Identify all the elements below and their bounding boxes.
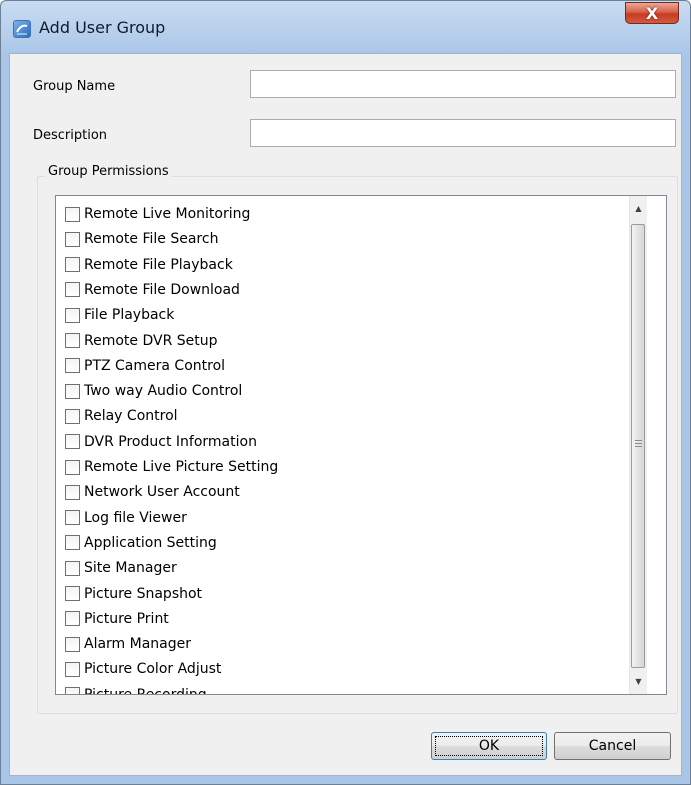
permission-label: Picture Print xyxy=(84,610,169,627)
permission-label: Remote File Search xyxy=(84,231,219,248)
permission-checkbox[interactable] xyxy=(65,434,80,450)
permission-checkbox[interactable] xyxy=(65,459,80,475)
close-icon: X xyxy=(645,4,659,23)
permission-checkbox[interactable] xyxy=(65,383,80,399)
close-button[interactable]: X xyxy=(625,2,679,24)
permission-item[interactable]: Network User Account xyxy=(65,480,240,504)
permission-checkbox[interactable] xyxy=(65,257,80,273)
permission-item[interactable]: Remote Live Monitoring xyxy=(65,202,250,226)
focus-rectangle xyxy=(435,736,543,756)
permission-checkbox[interactable] xyxy=(65,586,80,601)
permission-item[interactable]: Picture Print xyxy=(65,607,169,631)
permission-label: Log file Viewer xyxy=(84,509,187,526)
permission-item[interactable]: PTZ Camera Control xyxy=(65,354,225,378)
permission-checkbox[interactable] xyxy=(65,611,80,627)
cancel-label: Cancel xyxy=(588,738,637,754)
app-icon xyxy=(13,20,31,38)
permission-checkbox[interactable] xyxy=(65,661,80,677)
permission-item[interactable]: Relay Control xyxy=(65,404,178,428)
permission-checkbox[interactable] xyxy=(65,535,80,551)
permission-label: Alarm Manager xyxy=(84,636,192,653)
permission-label: Site Manager xyxy=(84,560,177,577)
permission-label: Remote File Download xyxy=(84,281,240,298)
permission-item[interactable]: Remote DVR Setup xyxy=(65,329,218,353)
permissions-list[interactable]: Remote Live Monitoring Remote File Search… xyxy=(55,195,667,695)
cancel-button[interactable]: Cancel xyxy=(554,732,671,760)
permission-checkbox[interactable] xyxy=(65,358,80,374)
permission-checkbox[interactable] xyxy=(65,636,80,652)
permission-checkbox[interactable] xyxy=(65,231,80,247)
permission-checkbox[interactable] xyxy=(65,282,80,298)
permission-checkbox[interactable] xyxy=(65,560,80,576)
permission-item[interactable]: Site Manager xyxy=(65,556,177,580)
permission-item[interactable]: File Playback xyxy=(65,303,174,327)
permission-item[interactable]: DVR Product Information xyxy=(65,430,257,454)
permission-label: PTZ Camera Control xyxy=(84,357,226,374)
permission-checkbox[interactable] xyxy=(65,408,80,424)
window-title: Add User Group xyxy=(39,18,166,37)
description-input[interactable] xyxy=(250,119,676,147)
permission-label: Remote File Playback xyxy=(84,256,233,273)
permission-item[interactable]: Picture Color Adjust xyxy=(65,657,221,681)
group-name-label: Group Name xyxy=(33,79,116,94)
permission-checkbox[interactable] xyxy=(65,333,80,348)
permission-label: Remote DVR Setup xyxy=(84,332,218,349)
permission-label: Picture Color Adjust xyxy=(84,661,222,678)
permission-item[interactable]: Two way Audio Control xyxy=(65,379,242,403)
permission-label: Network User Account xyxy=(84,484,240,501)
permission-item[interactable]: Remote File Playback xyxy=(65,253,233,277)
grip-icon xyxy=(635,440,642,449)
permission-label: Remote Live Monitoring xyxy=(84,206,251,222)
permission-label: Remote Live Picture Setting xyxy=(84,459,279,475)
group-permissions-title: Group Permissions xyxy=(45,164,172,179)
group-name-input[interactable] xyxy=(250,70,676,98)
permission-label: Two way Audio Control xyxy=(84,383,243,400)
permission-checkbox[interactable] xyxy=(65,206,80,222)
permission-checkbox[interactable] xyxy=(65,307,80,323)
permission-item[interactable]: Picture Recording xyxy=(65,683,207,695)
scroll-up-icon[interactable]: ▲ xyxy=(630,200,647,217)
permission-item[interactable]: Alarm Manager xyxy=(65,632,191,656)
permission-checkbox[interactable] xyxy=(65,484,80,500)
permission-item[interactable]: Log file Viewer xyxy=(65,506,187,530)
permission-checkbox[interactable] xyxy=(65,510,80,526)
permission-item[interactable]: Remote Live Picture Setting xyxy=(65,455,278,479)
permission-label: DVR Product Information xyxy=(84,433,257,450)
permission-label: File Playback xyxy=(84,307,175,324)
permission-item[interactable]: Remote File Download xyxy=(65,278,240,302)
title-bar[interactable]: Add User Group X xyxy=(1,1,690,53)
permission-label: Picture Snapshot xyxy=(84,585,203,602)
vertical-scrollbar[interactable]: ▲ ▼ xyxy=(629,196,647,694)
ok-button[interactable]: OK xyxy=(431,732,547,760)
permission-label: Relay Control xyxy=(84,408,178,425)
permission-label: Application Setting xyxy=(84,534,217,551)
permission-checkbox[interactable] xyxy=(65,687,80,694)
scroll-thumb[interactable] xyxy=(631,224,645,668)
permission-item[interactable]: Picture Snapshot xyxy=(65,582,202,606)
permission-item[interactable]: Remote File Search xyxy=(65,227,218,251)
permission-label: Picture Recording xyxy=(84,686,207,695)
description-label: Description xyxy=(33,128,108,143)
add-user-group-dialog: Add User Group X Group Name Description … xyxy=(0,0,691,785)
scroll-down-icon[interactable]: ▼ xyxy=(630,673,647,690)
permission-item[interactable]: Application Setting xyxy=(65,531,217,555)
